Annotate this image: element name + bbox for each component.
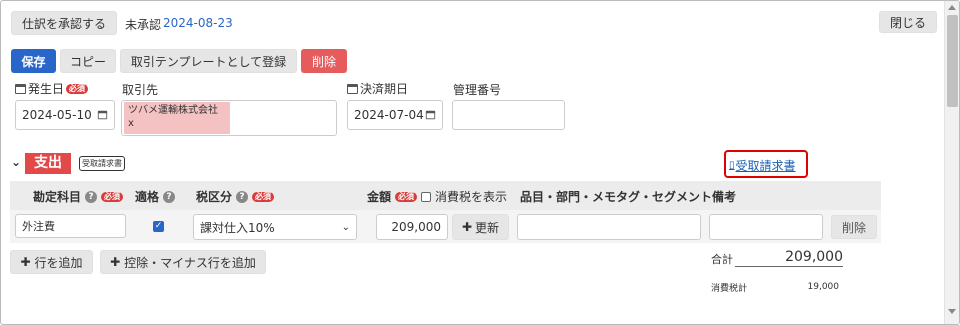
- close-button[interactable]: 閉じる: [879, 11, 937, 33]
- col-segment-header: 品目・部門・メモタグ・セグメント: [520, 188, 712, 205]
- required-badge: 必須: [252, 191, 275, 202]
- total-value: 209,000: [735, 249, 843, 267]
- partner-tag-label: ツバメ運輸株式会社: [128, 105, 218, 116]
- partner-tag: ツバメ運輸株式会社 x: [124, 102, 230, 134]
- partner-input[interactable]: ツバメ運輸株式会社 x: [121, 100, 337, 136]
- col-applicable-label: 適格: [135, 190, 160, 204]
- row-delete-button[interactable]: 削除: [831, 215, 877, 239]
- partner-tag-remove[interactable]: x: [128, 117, 226, 130]
- issue-date-label-text: 発生日: [28, 82, 65, 96]
- account-input[interactable]: 外注費: [15, 214, 126, 238]
- plus-icon: ✚: [20, 255, 31, 269]
- segment-input[interactable]: [517, 214, 701, 240]
- col-tax-class-header: 税区分 ? 必須: [196, 188, 275, 205]
- issue-date-input[interactable]: 2024-05-10: [15, 100, 115, 130]
- issue-date-value: 2024-05-10: [22, 108, 92, 122]
- settlement-date-label: 決済期日: [347, 80, 408, 97]
- required-badge: 必須: [66, 83, 89, 94]
- tax-total-value: 19,000: [807, 282, 840, 292]
- col-amount-label: 金額: [367, 190, 392, 204]
- col-amount-header: 金額 必須 消費税を表示: [367, 188, 507, 205]
- settlement-date-label-text: 決済期日: [360, 82, 409, 96]
- plus-icon: ✚: [110, 255, 121, 269]
- section-type-badge: 支出: [25, 153, 71, 174]
- add-row-button[interactable]: ✚ 行を追加: [10, 250, 93, 274]
- amount-value: 209,000: [391, 220, 441, 234]
- col-memo-header: 備考: [712, 188, 736, 205]
- col-memo-label: 備考: [712, 190, 737, 204]
- settlement-date-value: 2024-07-04: [354, 108, 424, 122]
- add-row-label: 行を追加: [34, 255, 83, 270]
- status-date: 2024-08-23: [163, 16, 233, 30]
- collapse-chevron-icon[interactable]: ⌄: [11, 155, 21, 169]
- copy-button[interactable]: コピー: [60, 49, 116, 73]
- col-applicable-header: 適格 ?: [135, 188, 176, 205]
- add-deduction-row-label: 控除・マイナス行を追加: [124, 255, 256, 270]
- partner-label: 取引先: [122, 83, 159, 97]
- received-invoice-link[interactable]: ▯ 受取請求書: [729, 157, 796, 174]
- help-icon[interactable]: ?: [85, 190, 98, 203]
- add-deduction-row-button[interactable]: ✚ 控除・マイナス行を追加: [100, 250, 266, 274]
- help-icon[interactable]: ?: [163, 190, 176, 203]
- delete-button[interactable]: 削除: [301, 49, 347, 73]
- required-badge: 必須: [395, 191, 418, 202]
- calendar-icon: [15, 83, 26, 94]
- applicable-checkbox[interactable]: ✓: [153, 221, 164, 232]
- update-button[interactable]: ✚ 更新: [452, 214, 509, 240]
- register-template-button[interactable]: 取引テンプレートとして登録: [120, 49, 297, 73]
- show-tax-checkbox[interactable]: [421, 191, 432, 202]
- calendar-icon: [347, 83, 358, 94]
- approval-status: 未承認: [125, 18, 162, 32]
- save-button[interactable]: 保存: [11, 49, 56, 73]
- received-invoice-badge: 受取請求書: [79, 156, 125, 171]
- col-segment-label: 品目・部門・メモタグ・セグメント: [520, 190, 713, 204]
- received-invoice-link-text: 受取請求書: [735, 159, 796, 173]
- tax-class-select[interactable]: 課対仕入10% ⌄: [193, 214, 357, 240]
- document-icon: ▯: [729, 160, 735, 171]
- show-tax-label: 消費税を表示: [435, 190, 508, 204]
- col-account-header: 勘定科目 ? 必須: [33, 188, 124, 205]
- required-badge: 必須: [101, 191, 124, 202]
- journal-entry-dialog: 仕訳を承認する 未承認 2024-08-23 閉じる 保存 コピー 取引テンプレ…: [0, 0, 960, 325]
- issue-date-label: 発生日 必須: [15, 80, 89, 97]
- total-label: 合計: [711, 253, 733, 266]
- col-account-label: 勘定科目: [33, 190, 82, 204]
- calendar-icon[interactable]: [97, 110, 108, 120]
- update-label: 更新: [475, 220, 500, 235]
- plus-icon: ✚: [461, 220, 473, 234]
- account-value: 外注費: [22, 220, 55, 233]
- col-tax-class-label: 税区分: [196, 190, 233, 204]
- calendar-icon[interactable]: [425, 110, 436, 120]
- scroll-down-arrow-icon[interactable]: [948, 309, 956, 314]
- scroll-up-arrow-icon[interactable]: [948, 5, 956, 10]
- management-no-input[interactable]: [452, 100, 565, 130]
- memo-input[interactable]: [709, 214, 823, 240]
- approve-journal-button[interactable]: 仕訳を承認する: [11, 11, 117, 35]
- chevron-down-icon: ⌄: [341, 221, 350, 233]
- settlement-date-input[interactable]: 2024-07-04: [347, 100, 443, 130]
- amount-input[interactable]: 209,000: [376, 214, 448, 240]
- help-icon[interactable]: ?: [236, 190, 249, 203]
- management-no-label: 管理番号: [453, 83, 502, 97]
- scrollbar-thumb[interactable]: [947, 15, 958, 107]
- tax-class-value: 課対仕入10%: [200, 220, 275, 235]
- tax-total-label: 消費税計: [711, 284, 748, 294]
